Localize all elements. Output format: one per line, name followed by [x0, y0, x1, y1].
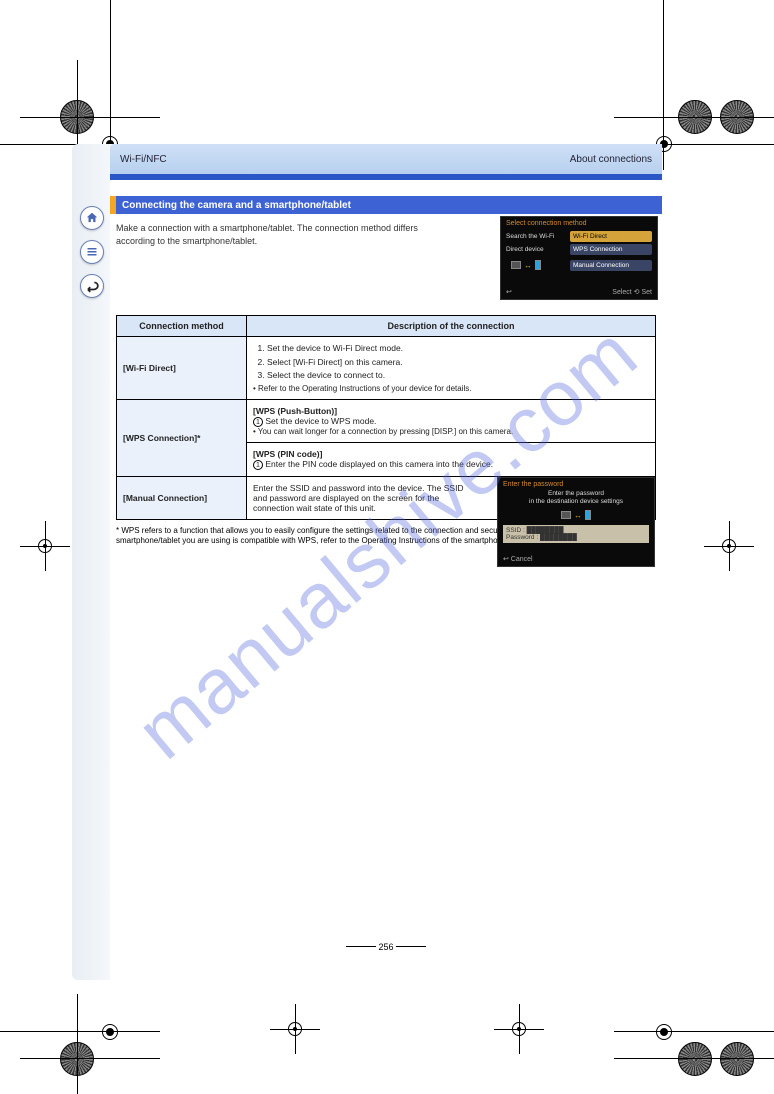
table-row: [WPS Connection]* [WPS (Push-Button)] 1 …: [117, 399, 656, 442]
row-manual-label: [Manual Connection]: [117, 476, 247, 519]
row-wps-push: [WPS (Push-Button)] 1 Set the device to …: [247, 399, 656, 442]
col-desc: Description of the connection: [247, 316, 656, 337]
col-method: Connection method: [117, 316, 247, 337]
table-row: [Manual Connection] Enter the SSID and p…: [117, 476, 656, 519]
breadcrumb-left: Wi-Fi/NFC: [120, 154, 167, 165]
row-wps-pin: [WPS (PIN code)] 1 Enter the PIN code di…: [247, 442, 656, 476]
header-band: Wi-Fi/NFC About connections: [110, 144, 662, 174]
row-wps-label: [WPS Connection]*: [117, 399, 247, 476]
breadcrumb-right: About connections: [570, 154, 652, 165]
sc1-opt-manual: Manual Connection: [570, 260, 652, 271]
sc1-opt-wifi-direct: Wi-Fi Direct: [570, 231, 652, 242]
intro-text: Make a connection with a smartphone/tabl…: [116, 222, 436, 247]
row-wifi-direct-label: [Wi-Fi Direct]: [117, 337, 247, 399]
row-wifi-direct-desc: Set the device to Wi-Fi Direct mode. Sel…: [247, 337, 656, 399]
sc1-opt-wps: WPS Connection: [570, 244, 652, 255]
table-row: [Wi-Fi Direct] Set the device to Wi-Fi D…: [117, 337, 656, 399]
section-heading: Connecting the camera and a smartphone/t…: [110, 196, 662, 214]
back-icon[interactable]: [80, 274, 104, 298]
row-manual-desc: Enter the SSID and password into the dev…: [247, 476, 656, 519]
page-number: 256: [346, 942, 426, 952]
sc1-title: Select connection method: [501, 217, 657, 230]
camera-screenshot-connection-method: Select connection method Search the Wi-F…: [500, 216, 658, 300]
menu-icon[interactable]: [80, 240, 104, 264]
home-icon[interactable]: [80, 206, 104, 230]
connection-methods-table: Connection method Description of the con…: [116, 315, 656, 519]
camera-screenshot-password: Enter the password Enter the password in…: [497, 477, 655, 567]
manual-page: Wi-Fi/NFC About connections Connecting t…: [110, 144, 662, 980]
